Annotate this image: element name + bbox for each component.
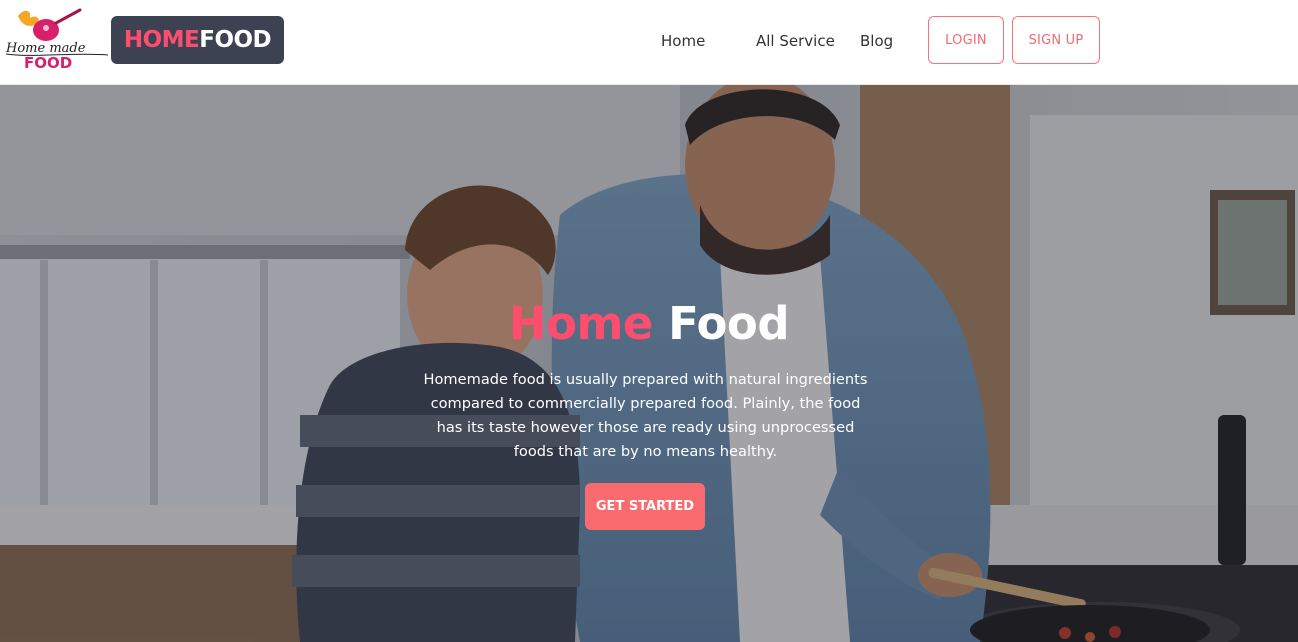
brand-name-home: HOME: [123, 27, 200, 53]
nav-all-service-link[interactable]: All Service: [756, 30, 835, 52]
login-button[interactable]: LOGIN: [928, 16, 1004, 64]
brand-name-food: FOOD: [199, 27, 272, 53]
svg-text:FOOD: FOOD: [24, 54, 72, 70]
hero-dark-overlay: [0, 85, 1298, 642]
hero-description: Homemade food is usually prepared with n…: [423, 371, 868, 460]
hero-title: Home Food: [0, 297, 1298, 350]
nav-blog-link[interactable]: Blog: [860, 30, 893, 52]
signup-button[interactable]: SIGN UP: [1012, 16, 1100, 64]
hero-title-food: Food: [668, 297, 790, 350]
get-started-button[interactable]: GET STARTED: [585, 483, 705, 530]
hero-title-home: Home: [508, 297, 654, 350]
hero-section: Home Food Homemade food is usually prepa…: [0, 85, 1298, 642]
nav-home-link[interactable]: Home: [661, 30, 705, 52]
homemade-food-logo[interactable]: Home made FOOD: [4, 6, 112, 72]
brand-name[interactable]: HOME FOOD: [111, 16, 284, 64]
site-header: Home made FOOD HOME FOOD Home All Service…: [0, 0, 1298, 85]
